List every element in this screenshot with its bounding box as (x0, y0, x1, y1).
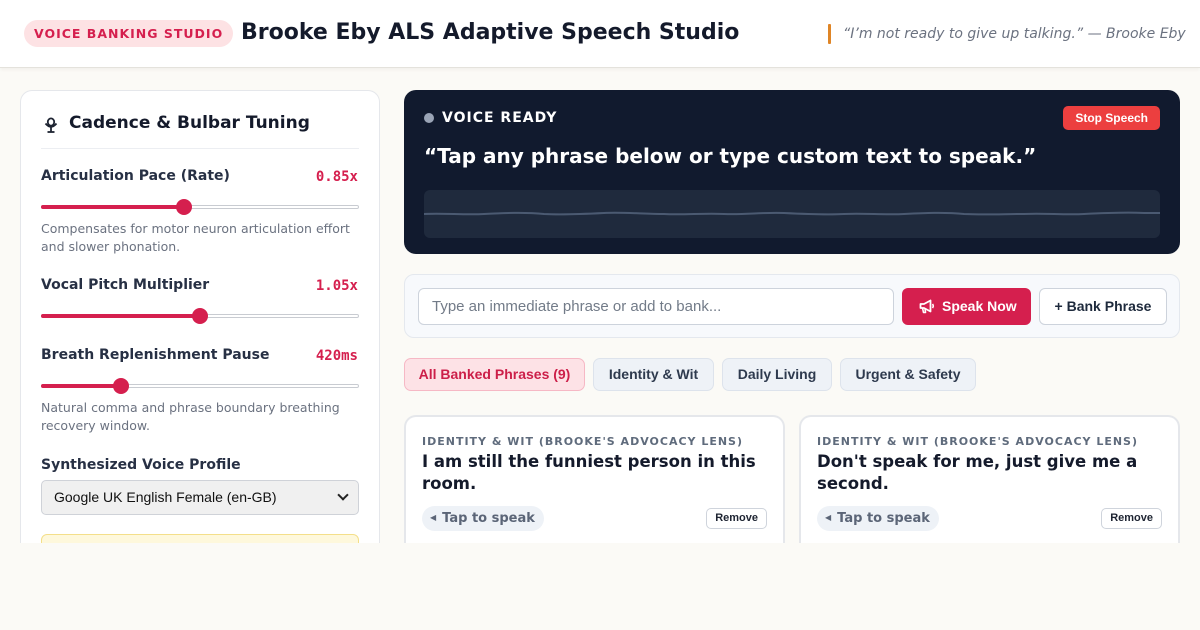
phrase-input[interactable] (418, 288, 894, 325)
slider-fill (41, 314, 200, 318)
tab-urgent-safety[interactable]: Urgent & Safety (840, 358, 976, 391)
tap-to-speak-label: Tap to speak (442, 511, 535, 526)
app-title: Brooke Eby ALS Adaptive Speech Studio (241, 20, 740, 45)
notice-box (41, 534, 359, 543)
tap-to-speak-button[interactable]: ◀ Tap to speak (422, 506, 544, 531)
slider-thumb[interactable] (176, 199, 192, 215)
slider-fill (41, 205, 184, 209)
voice-profile-select[interactable]: Google UK English Female (en-GB) (41, 480, 359, 515)
waveform-line (424, 211, 1160, 216)
status-dot-icon (424, 113, 434, 123)
tab-identity-wit[interactable]: Identity & Wit (593, 358, 714, 391)
rate-slider[interactable] (41, 198, 359, 216)
panel-divider (41, 148, 359, 149)
stop-speech-button[interactable]: Stop Speech (1063, 106, 1160, 130)
tab-all-banked-phrases[interactable]: All Banked Phrases (9) (404, 358, 585, 391)
panel-title: Cadence & Bulbar Tuning (69, 113, 310, 133)
speaker-icon: ◀ (825, 513, 832, 522)
studio-badge: VOICE BANKING STUDIO (24, 20, 234, 47)
cadence-panel: Cadence & Bulbar Tuning Articulation Pac… (20, 90, 380, 543)
megaphone-icon (919, 299, 935, 314)
speak-now-label: Speak Now (942, 298, 1017, 314)
remove-phrase-button[interactable]: Remove (1101, 508, 1162, 529)
slider-fill (41, 384, 121, 388)
bank-phrase-button[interactable]: + Bank Phrase (1039, 288, 1167, 325)
rate-help: Compensates for motor neuron articulatio… (41, 221, 350, 254)
pitch-slider[interactable] (41, 307, 359, 325)
rate-label: Articulation Pace (Rate) (41, 168, 230, 184)
phrase-category: IDENTITY & WIT (BROOKE'S ADVOCACY LENS) (422, 435, 744, 448)
microphone-stand-icon (44, 117, 58, 133)
speak-now-button[interactable]: Speak Now (902, 288, 1031, 325)
tab-daily-living[interactable]: Daily Living (722, 358, 832, 391)
current-phrase: “Tap any phrase below or type custom tex… (424, 144, 1037, 168)
pitch-label: Vocal Pitch Multiplier (41, 277, 210, 293)
phrase-input-bar: Speak Now + Bank Phrase (404, 274, 1180, 338)
phrase-card[interactable]: IDENTITY & WIT (BROOKE'S ADVOCACY LENS) … (799, 415, 1180, 543)
quote-accent-bar (828, 24, 831, 44)
speaker-icon: ◀ (430, 513, 437, 522)
phrase-text: Don't speak for me, just give me a secon… (817, 452, 1138, 493)
slider-thumb[interactable] (113, 378, 129, 394)
pause-slider[interactable] (41, 377, 359, 395)
speech-status-card: VOICE READY Stop Speech “Tap any phrase … (404, 90, 1180, 254)
pause-help: Natural comma and phrase boundary breath… (41, 400, 340, 433)
voice-profile-label: Synthesized Voice Profile (41, 457, 241, 473)
remove-phrase-button[interactable]: Remove (706, 508, 767, 529)
chevron-down-icon (337, 489, 349, 501)
slider-thumb[interactable] (192, 308, 208, 324)
pause-label: Breath Replenishment Pause (41, 347, 270, 363)
phrase-card[interactable]: IDENTITY & WIT (BROOKE'S ADVOCACY LENS) … (404, 415, 785, 543)
voice-profile-selected: Google UK English Female (en-GB) (54, 489, 277, 505)
status-label: VOICE READY (442, 110, 558, 126)
rate-value: 0.85x (315, 169, 358, 185)
pause-value: 420ms (315, 348, 358, 364)
app-header: VOICE BANKING STUDIO Brooke Eby ALS Adap… (0, 0, 1200, 68)
tap-to-speak-button[interactable]: ◀ Tap to speak (817, 506, 939, 531)
waveform-visualizer (424, 190, 1160, 238)
phrase-text: I am still the funniest person in this r… (422, 452, 756, 493)
tap-to-speak-label: Tap to speak (837, 511, 930, 526)
header-quote: “I’m not ready to give up talking.” — Br… (843, 26, 1186, 42)
phrase-category: IDENTITY & WIT (BROOKE'S ADVOCACY LENS) (817, 435, 1139, 448)
pitch-value: 1.05x (315, 278, 358, 294)
